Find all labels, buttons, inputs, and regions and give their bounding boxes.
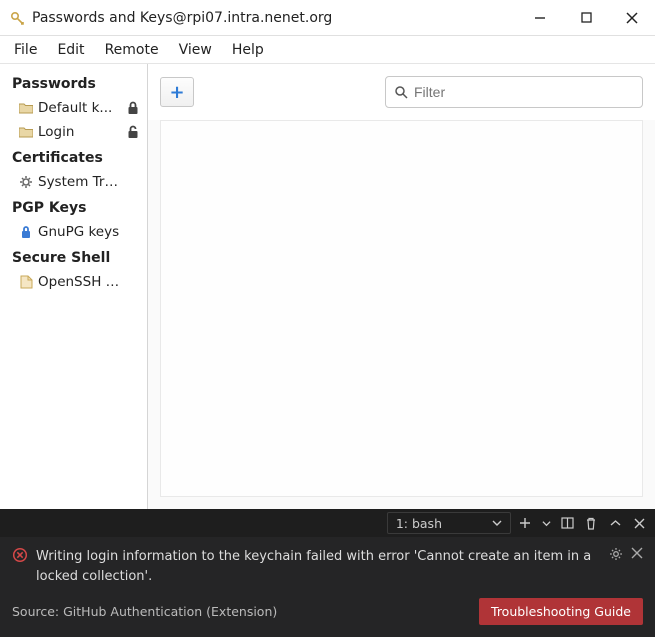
close-button[interactable] <box>609 0 655 36</box>
troubleshooting-guide-button[interactable]: Troubleshooting Guide <box>479 598 643 625</box>
notification-message: Writing login information to the keychai… <box>36 547 601 586</box>
plus-icon: + <box>169 82 184 103</box>
maximize-button[interactable] <box>563 0 609 36</box>
terminal-dropdown[interactable]: 1: bash <box>387 512 511 534</box>
sidebar-item-label: System Trust <box>38 174 120 190</box>
minimize-button[interactable] <box>517 0 563 36</box>
sidebar-item-label: Login <box>38 124 74 140</box>
folder-icon <box>18 100 34 116</box>
sidebar-section-ssh: Secure Shell <box>0 244 147 270</box>
folder-icon <box>18 124 34 140</box>
file-icon <box>18 274 34 290</box>
sidebar-item-login[interactable]: Login <box>0 120 147 144</box>
trash-icon[interactable] <box>581 511 601 535</box>
notification: Writing login information to the keychai… <box>0 537 655 637</box>
menubar: File Edit Remote View Help <box>0 36 655 64</box>
sidebar-item-openssh[interactable]: OpenSSH keys <box>0 270 147 294</box>
chevron-down-icon <box>492 518 502 528</box>
toolbar: + <box>148 64 655 120</box>
pgp-icon <box>18 224 34 240</box>
main-area: + <box>148 64 655 509</box>
menu-remote[interactable]: Remote <box>95 38 169 62</box>
sidebar-item-label: OpenSSH keys <box>38 274 120 290</box>
sidebar-section-pgp: PGP Keys <box>0 194 147 220</box>
close-icon[interactable] <box>631 547 643 561</box>
close-panel-button[interactable] <box>629 511 649 535</box>
terminal-bar: 1: bash <box>0 509 655 537</box>
sidebar-item-system-trust[interactable]: System Trust <box>0 170 147 194</box>
add-button[interactable]: + <box>160 77 194 107</box>
menu-edit[interactable]: Edit <box>47 38 94 62</box>
menu-help[interactable]: Help <box>222 38 274 62</box>
app-body: Passwords Default k... Login Certificate… <box>0 64 655 509</box>
chevron-up-icon[interactable] <box>605 511 625 535</box>
split-terminal-button[interactable] <box>557 511 577 535</box>
lock-icon <box>127 101 139 115</box>
sidebar-item-default-keyring[interactable]: Default k... <box>0 96 147 120</box>
filter-box[interactable] <box>385 76 643 108</box>
sidebar-section-passwords: Passwords <box>0 70 147 96</box>
filter-input[interactable] <box>414 84 634 100</box>
titlebar: Passwords and Keys@rpi07.intra.nenet.org <box>0 0 655 36</box>
error-icon <box>12 547 28 563</box>
lock-open-icon <box>127 125 139 139</box>
terminal-dropdown-label: 1: bash <box>396 516 442 531</box>
terminal-new-button[interactable] <box>515 511 535 535</box>
menu-file[interactable]: File <box>4 38 47 62</box>
sidebar-item-label: GnuPG keys <box>38 224 119 240</box>
search-icon <box>394 85 408 99</box>
app-icon <box>8 9 26 27</box>
gear-icon[interactable] <box>609 547 623 561</box>
sidebar-item-label: Default k... <box>38 100 112 116</box>
sidebar-item-gnupg[interactable]: GnuPG keys <box>0 220 147 244</box>
chevron-down-icon[interactable] <box>539 511 553 535</box>
sidebar-section-certificates: Certificates <box>0 144 147 170</box>
sidebar: Passwords Default k... Login Certificate… <box>0 64 148 509</box>
window-title: Passwords and Keys@rpi07.intra.nenet.org <box>32 10 332 26</box>
content-area <box>160 120 643 497</box>
gear-icon <box>18 174 34 190</box>
menu-view[interactable]: View <box>169 38 222 62</box>
notification-source: Source: GitHub Authentication (Extension… <box>12 604 467 619</box>
